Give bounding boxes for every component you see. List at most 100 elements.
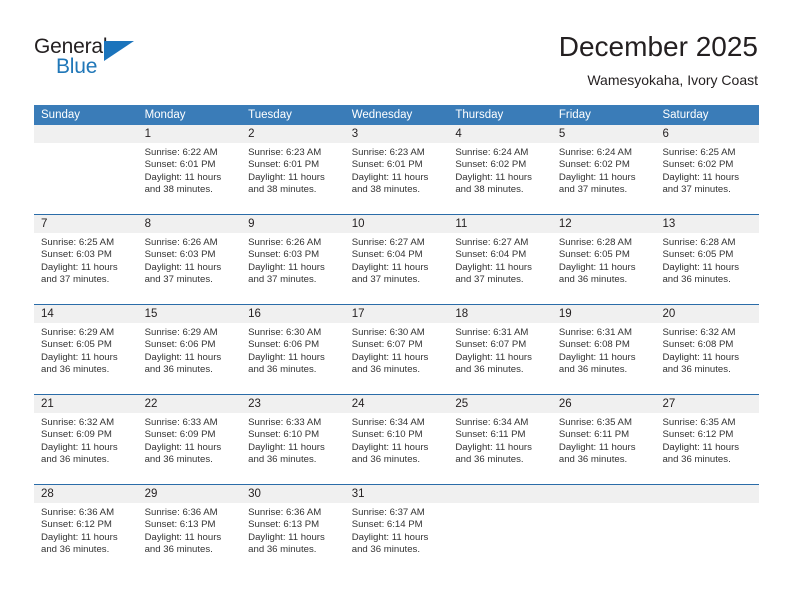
day-number[interactable]: 25 xyxy=(448,395,552,413)
day-cell[interactable]: Sunrise: 6:34 AM Sunset: 6:10 PM Dayligh… xyxy=(345,413,449,484)
general-blue-logo[interactable]: General Blue xyxy=(34,36,164,84)
day-cell[interactable]: Sunrise: 6:25 AM Sunset: 6:03 PM Dayligh… xyxy=(34,233,138,304)
day-number[interactable]: 22 xyxy=(138,395,242,413)
day-number[interactable]: 10 xyxy=(345,215,449,233)
daylight-text-line2: and 36 minutes. xyxy=(558,453,628,465)
day-number[interactable] xyxy=(34,125,138,143)
day-number[interactable]: 3 xyxy=(345,125,449,143)
daylight-text-line1: Daylight: 11 hours xyxy=(248,441,325,453)
day-number[interactable]: 16 xyxy=(241,305,345,323)
daylight-text-line1: Daylight: 11 hours xyxy=(144,441,222,453)
day-cell[interactable]: Sunrise: 6:31 AM Sunset: 6:07 PM Dayligh… xyxy=(448,323,552,394)
daylight-text-line1: Daylight: 11 hours xyxy=(41,261,118,273)
day-number[interactable]: 17 xyxy=(345,305,449,323)
day-number[interactable]: 1 xyxy=(138,125,242,143)
weekday-header-wednesday: Wednesday xyxy=(351,109,413,121)
day-cell[interactable]: Sunrise: 6:35 AM Sunset: 6:11 PM Dayligh… xyxy=(552,413,656,484)
day-number[interactable]: 24 xyxy=(345,395,449,413)
day-number[interactable]: 28 xyxy=(34,485,138,503)
day-number[interactable]: 19 xyxy=(552,305,656,323)
day-cell-empty xyxy=(655,503,759,574)
day-cell[interactable]: Sunrise: 6:29 AM Sunset: 6:06 PM Dayligh… xyxy=(138,323,242,394)
page-subtitle: Wamesyokaha, Ivory Coast xyxy=(587,72,758,88)
day-number[interactable]: 5 xyxy=(552,125,656,143)
day-number[interactable]: 11 xyxy=(448,215,552,233)
weekday-header-row: Sunday Monday Tuesday Wednesday Thursday… xyxy=(34,105,759,125)
day-cell[interactable]: Sunrise: 6:26 AM Sunset: 6:03 PM Dayligh… xyxy=(138,233,242,304)
day-number[interactable]: 31 xyxy=(345,485,449,503)
day-number[interactable]: 21 xyxy=(34,395,138,413)
day-number[interactable]: 14 xyxy=(34,305,138,323)
day-cell[interactable]: Sunrise: 6:34 AM Sunset: 6:11 PM Dayligh… xyxy=(448,413,552,484)
day-cell[interactable]: Sunrise: 6:28 AM Sunset: 6:05 PM Dayligh… xyxy=(552,233,656,304)
day-number[interactable]: 2 xyxy=(241,125,345,143)
day-cell[interactable]: Sunrise: 6:27 AM Sunset: 6:04 PM Dayligh… xyxy=(448,233,552,304)
day-cell[interactable]: Sunrise: 6:31 AM Sunset: 6:08 PM Dayligh… xyxy=(552,323,656,394)
day-cell[interactable]: Sunrise: 6:27 AM Sunset: 6:04 PM Dayligh… xyxy=(345,233,449,304)
daylight-text-line2: and 37 minutes. xyxy=(351,273,421,285)
day-cell[interactable]: Sunrise: 6:36 AM Sunset: 6:13 PM Dayligh… xyxy=(241,503,345,574)
sunset-text: Sunset: 6:12 PM xyxy=(41,519,112,531)
day-cell[interactable]: Sunrise: 6:30 AM Sunset: 6:07 PM Dayligh… xyxy=(345,323,449,394)
sunrise-text: Sunrise: 6:24 AM xyxy=(558,147,632,158)
day-number[interactable]: 18 xyxy=(448,305,552,323)
daylight-text-line2: and 37 minutes. xyxy=(455,273,524,285)
day-number[interactable]: 4 xyxy=(448,125,552,143)
day-cell[interactable]: Sunrise: 6:37 AM Sunset: 6:14 PM Dayligh… xyxy=(345,503,449,574)
sunrise-text: Sunrise: 6:33 AM xyxy=(144,417,218,428)
day-cell[interactable]: Sunrise: 6:33 AM Sunset: 6:09 PM Dayligh… xyxy=(138,413,242,484)
day-cell[interactable]: Sunrise: 6:26 AM Sunset: 6:03 PM Dayligh… xyxy=(241,233,345,304)
day-number[interactable]: 23 xyxy=(241,395,345,413)
daylight-text-line2: and 36 minutes. xyxy=(351,453,421,465)
day-number[interactable]: 20 xyxy=(655,305,759,323)
day-number[interactable]: 29 xyxy=(138,485,242,503)
day-cell[interactable]: Sunrise: 6:23 AM Sunset: 6:01 PM Dayligh… xyxy=(241,143,345,214)
day-cell[interactable]: Sunrise: 6:24 AM Sunset: 6:02 PM Dayligh… xyxy=(448,143,552,214)
day-number[interactable]: 30 xyxy=(241,485,345,503)
weekday-header-saturday: Saturday xyxy=(662,109,709,121)
day-cell[interactable]: Sunrise: 6:33 AM Sunset: 6:10 PM Dayligh… xyxy=(241,413,345,484)
day-number[interactable]: 27 xyxy=(655,395,759,413)
sunrise-text: Sunrise: 6:36 AM xyxy=(41,507,115,518)
sunset-text: Sunset: 6:05 PM xyxy=(558,249,630,261)
day-cell[interactable]: Sunrise: 6:36 AM Sunset: 6:12 PM Dayligh… xyxy=(34,503,138,574)
day-cell[interactable]: Sunrise: 6:24 AM Sunset: 6:02 PM Dayligh… xyxy=(552,143,656,214)
week-daynumber-band: 21 22 23 24 25 26 27 xyxy=(34,395,759,413)
day-cell[interactable]: Sunrise: 6:22 AM Sunset: 6:01 PM Dayligh… xyxy=(138,143,242,214)
day-cell[interactable]: Sunrise: 6:32 AM Sunset: 6:09 PM Dayligh… xyxy=(34,413,138,484)
daylight-text-line1: Daylight: 11 hours xyxy=(558,441,636,453)
day-number[interactable]: 8 xyxy=(138,215,242,233)
sunset-text: Sunset: 6:07 PM xyxy=(351,339,423,351)
day-cell[interactable]: Sunrise: 6:29 AM Sunset: 6:05 PM Dayligh… xyxy=(34,323,138,394)
day-number[interactable]: 12 xyxy=(552,215,656,233)
day-number[interactable] xyxy=(655,485,759,503)
weekday-header-friday: Friday xyxy=(558,109,591,121)
sunrise-text: Sunrise: 6:26 AM xyxy=(248,237,322,248)
day-cell[interactable]: Sunrise: 6:32 AM Sunset: 6:08 PM Dayligh… xyxy=(655,323,759,394)
day-cell[interactable]: Sunrise: 6:30 AM Sunset: 6:06 PM Dayligh… xyxy=(241,323,345,394)
sunrise-text: Sunrise: 6:29 AM xyxy=(144,327,218,338)
daylight-text-line1: Daylight: 11 hours xyxy=(248,261,325,273)
day-cell[interactable]: Sunrise: 6:28 AM Sunset: 6:05 PM Dayligh… xyxy=(655,233,759,304)
sunset-text: Sunset: 6:06 PM xyxy=(248,339,320,351)
day-number[interactable] xyxy=(552,485,656,503)
day-number[interactable]: 15 xyxy=(138,305,242,323)
sunset-text: Sunset: 6:03 PM xyxy=(248,249,320,261)
calendar-page: General Blue December 2025 Wamesyokaha, … xyxy=(0,0,792,612)
week-row: 7 8 9 10 11 12 13 Sunrise: 6:25 AM Sunse… xyxy=(34,214,759,304)
day-cell[interactable]: Sunrise: 6:23 AM Sunset: 6:01 PM Dayligh… xyxy=(345,143,449,214)
daylight-text-line2: and 36 minutes. xyxy=(41,543,110,555)
day-number[interactable]: 7 xyxy=(34,215,138,233)
day-cell[interactable]: Sunrise: 6:25 AM Sunset: 6:02 PM Dayligh… xyxy=(655,143,759,214)
day-cell[interactable]: Sunrise: 6:36 AM Sunset: 6:13 PM Dayligh… xyxy=(138,503,242,574)
day-number[interactable] xyxy=(448,485,552,503)
daylight-text-line2: and 36 minutes. xyxy=(558,273,628,285)
daylight-text-line1: Daylight: 11 hours xyxy=(351,171,429,183)
day-number[interactable]: 9 xyxy=(241,215,345,233)
day-number[interactable]: 26 xyxy=(552,395,656,413)
day-cell[interactable] xyxy=(34,143,138,214)
day-number[interactable]: 6 xyxy=(655,125,759,143)
day-number[interactable]: 13 xyxy=(655,215,759,233)
daylight-text-line2: and 36 minutes. xyxy=(248,543,317,555)
day-cell[interactable]: Sunrise: 6:35 AM Sunset: 6:12 PM Dayligh… xyxy=(655,413,759,484)
